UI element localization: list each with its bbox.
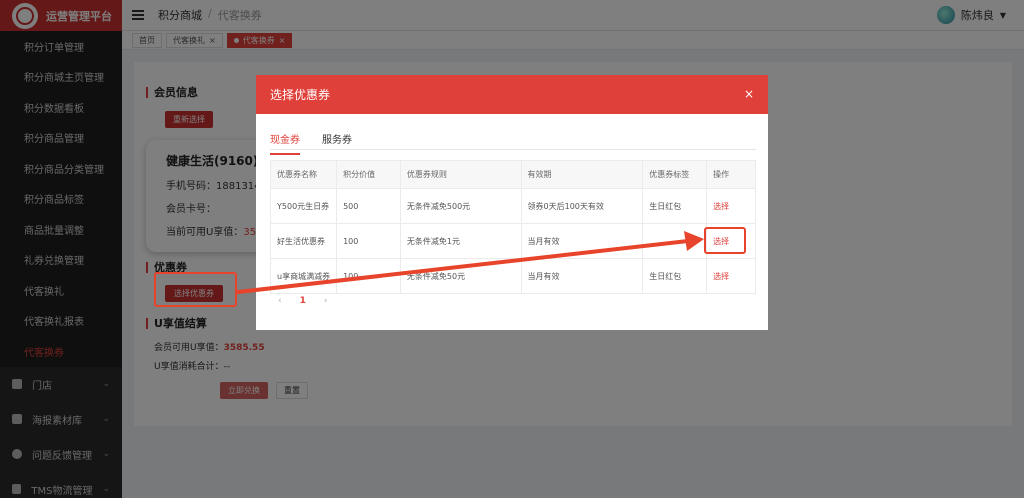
annotation-arrow-icon [236,231,704,294]
